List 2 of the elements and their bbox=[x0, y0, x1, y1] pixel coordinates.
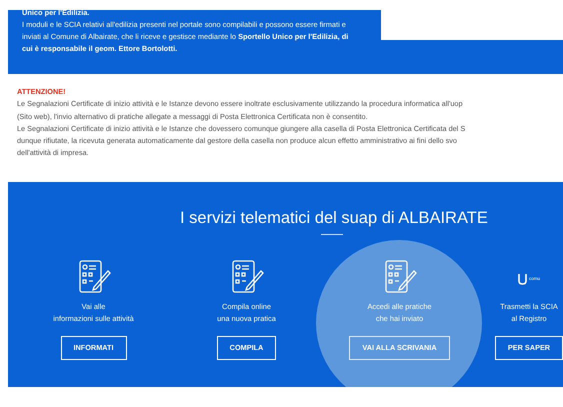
u-logo-icon bbox=[518, 272, 527, 285]
services-title: I servizi telematici del suap di ALBAIRATE bbox=[179, 208, 488, 228]
